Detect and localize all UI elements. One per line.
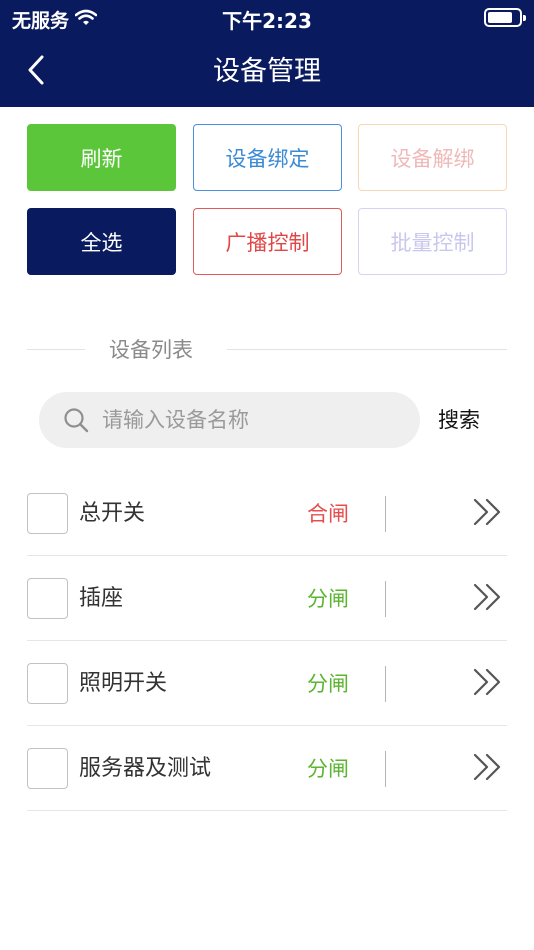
device-list-header: 设备列表 — [27, 335, 507, 365]
device-checkbox[interactable] — [27, 663, 68, 704]
device-status: 分闸 — [307, 587, 349, 611]
double-chevron-right-icon — [472, 752, 504, 786]
app-header: 无服务 下午2:23 设备管理 — [0, 0, 534, 107]
row-separator — [385, 581, 386, 617]
page-title: 设备管理 — [213, 56, 321, 87]
status-time: 下午2:23 — [222, 9, 312, 33]
row-separator — [385, 751, 386, 787]
device-checkbox[interactable] — [27, 748, 68, 789]
section-title: 设备列表 — [109, 338, 193, 362]
battery-level — [488, 12, 512, 23]
batch-control-button[interactable]: 批量控制 — [358, 208, 507, 275]
double-chevron-right-icon — [472, 582, 504, 616]
divider-line — [27, 349, 85, 350]
device-list: 总开关 合闸 插座 分闸 照明开关 分闸 服务器及测试 分闸 — [27, 471, 507, 811]
select-all-button[interactable]: 全选 — [27, 208, 176, 275]
device-name: 总开关 — [79, 501, 146, 526]
refresh-button[interactable]: 刷新 — [27, 124, 176, 191]
search-bar[interactable] — [39, 392, 420, 448]
device-row[interactable]: 照明开关 分闸 — [27, 641, 507, 726]
device-row[interactable]: 服务器及测试 分闸 — [27, 726, 507, 811]
device-detail-button[interactable] — [471, 496, 505, 532]
device-status: 分闸 — [307, 672, 349, 696]
device-checkbox[interactable] — [27, 578, 68, 619]
device-name: 服务器及测试 — [79, 756, 212, 781]
divider-line — [227, 349, 507, 350]
device-detail-button[interactable] — [471, 581, 505, 617]
double-chevron-right-icon — [472, 497, 504, 531]
status-bar: 无服务 下午2:23 — [0, 0, 534, 36]
bind-device-button[interactable]: 设备绑定 — [193, 124, 342, 191]
device-status: 分闸 — [307, 757, 349, 781]
search-button[interactable]: 搜索 — [438, 402, 480, 438]
search-input[interactable] — [102, 392, 402, 448]
row-separator — [385, 666, 386, 702]
battery-icon — [484, 8, 526, 27]
double-chevron-right-icon — [472, 667, 504, 701]
device-row[interactable]: 总开关 合闸 — [27, 471, 507, 556]
search-icon — [63, 407, 89, 433]
broadcast-control-button[interactable]: 广播控制 — [193, 208, 342, 275]
row-separator — [385, 496, 386, 532]
device-detail-button[interactable] — [471, 751, 505, 787]
device-name: 照明开关 — [79, 671, 168, 696]
device-status: 合闸 — [307, 502, 349, 526]
device-name: 插座 — [79, 586, 124, 611]
unbind-device-button[interactable]: 设备解绑 — [358, 124, 507, 191]
device-row[interactable]: 插座 分闸 — [27, 556, 507, 641]
device-detail-button[interactable] — [471, 666, 505, 702]
device-checkbox[interactable] — [27, 493, 68, 534]
